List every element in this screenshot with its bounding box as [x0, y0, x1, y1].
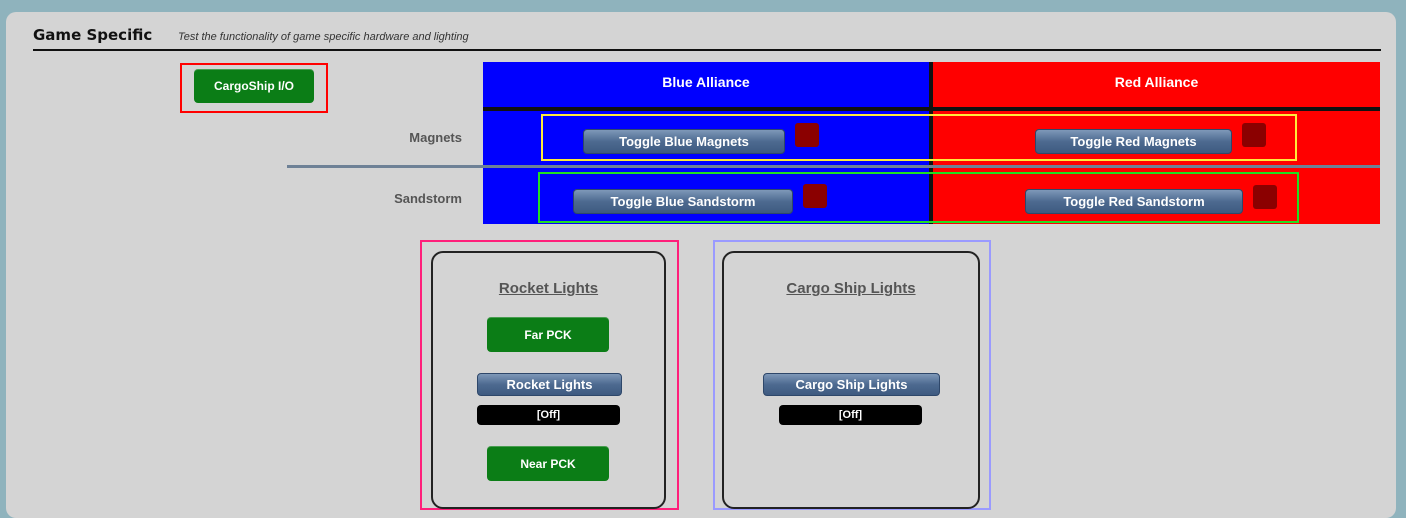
magnets-label: Magnets: [409, 130, 462, 145]
rocket-lights-title: Rocket Lights: [498, 280, 599, 297]
far-pck-button[interactable]: Far PCK: [487, 317, 609, 352]
rocket-lights-status: [Off]: [477, 405, 620, 425]
header-divider: [33, 49, 1381, 51]
blue-magnets-indicator: [795, 123, 819, 147]
toggle-blue-sandstorm-button[interactable]: Toggle Blue Sandstorm: [573, 189, 793, 214]
row-separator: [287, 165, 1380, 168]
toggle-red-sandstorm-button[interactable]: Toggle Red Sandstorm: [1025, 189, 1243, 214]
cargo-ship-lights-title: Cargo Ship Lights: [786, 280, 916, 297]
section-title: Game Specific: [33, 26, 153, 44]
cargo-ship-lights-status: [Off]: [779, 405, 922, 425]
red-alliance-title: Red Alliance: [1114, 74, 1199, 90]
blue-alliance-title: Blue Alliance: [662, 74, 750, 90]
toggle-blue-magnets-button[interactable]: Toggle Blue Magnets: [583, 129, 785, 154]
cargo-ship-lights-button[interactable]: Cargo Ship Lights: [763, 373, 940, 396]
red-sandstorm-indicator: [1253, 185, 1277, 209]
cargoship-io-button[interactable]: CargoShip I/O: [194, 69, 314, 103]
rocket-lights-button[interactable]: Rocket Lights: [477, 373, 622, 396]
section-subtitle: Test the functionality of game specific …: [178, 31, 469, 43]
blue-sandstorm-indicator: [803, 184, 827, 208]
near-pck-button[interactable]: Near PCK: [487, 446, 609, 481]
sandstorm-label: Sandstorm: [394, 191, 462, 206]
toggle-red-magnets-button[interactable]: Toggle Red Magnets: [1035, 129, 1232, 154]
red-magnets-indicator: [1242, 123, 1266, 147]
alliance-header-divider: [483, 107, 1380, 111]
